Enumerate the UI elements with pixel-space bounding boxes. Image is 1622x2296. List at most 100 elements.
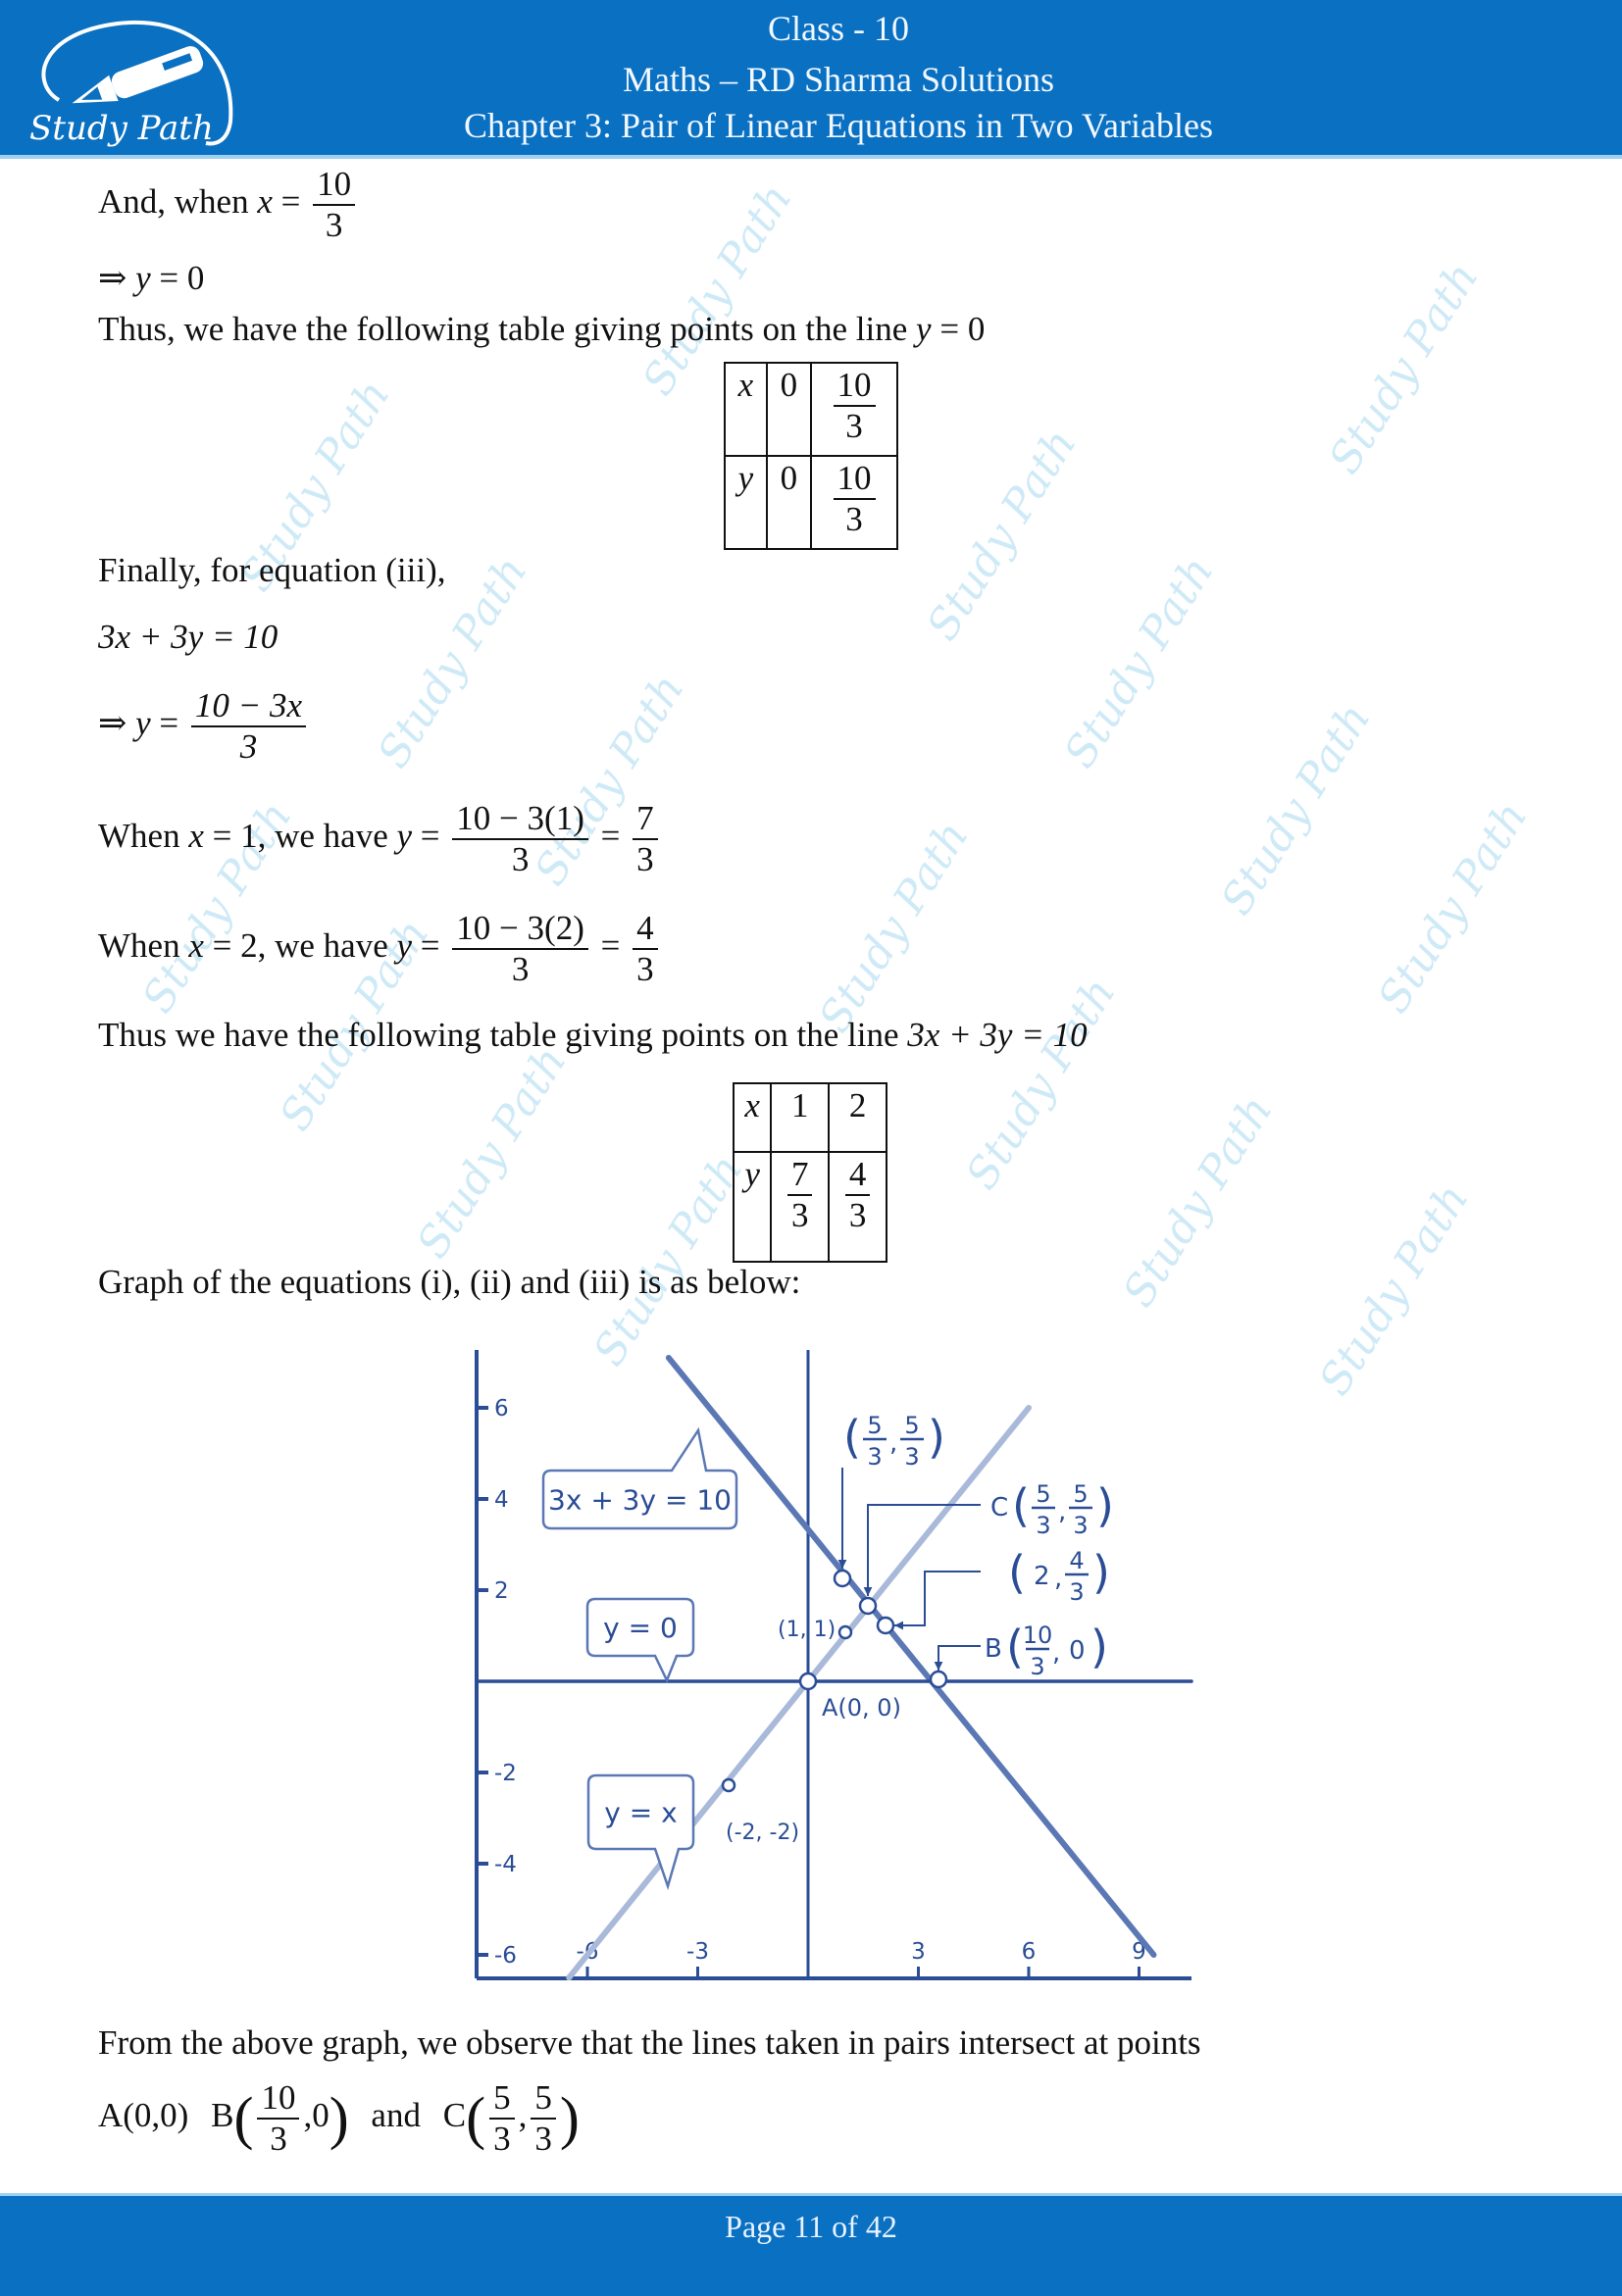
paren-close: ) [329,2085,349,2151]
text: = [150,704,187,743]
values-table-2: x 1 2 y 73 43 [732,1082,887,1263]
line-callouts: 3x + 3y = 10 y = 0 y = x [541,1426,738,1891]
fraction: 43 [633,909,658,989]
label-point-2-4-3-denominator: 3 [1069,1578,1084,1606]
label-point-2-4-3-numerator: 4 [1069,1547,1084,1574]
label-point-2-4-3-paren: ) [1092,1546,1110,1599]
table-cell: x [732,1082,773,1153]
denominator: 3 [833,498,876,539]
text: = 0 [150,259,205,297]
label-point-1-1: (1, 1) [778,1618,836,1642]
fraction: 10 − 3x 3 [190,686,307,767]
math-var: y [916,310,932,348]
y-tick-label: -2 [494,1761,517,1786]
table-cell: 1 [770,1082,831,1153]
denominator: 3 [633,948,658,989]
fraction: 73 [786,1155,813,1235]
text: = [412,926,449,966]
watermark: Study Path [956,969,1126,1199]
numerator: 7 [636,799,654,837]
text-line-when-x-10-3: And, when x = 10 3 [98,165,359,245]
fraction: 10 3 [833,459,876,539]
point-marker [929,1670,948,1689]
watermark: Study Path [1211,694,1381,924]
paren-close: ) [559,2085,580,2151]
y-tick-label: 2 [494,1578,509,1604]
fraction: 10 − 3(1) 3 [452,799,588,879]
label-top-point-paren: ) [928,1411,945,1464]
label-point-b-prefix: B [985,1634,1002,1664]
label-point-c-numerator: 5 [1073,1480,1088,1508]
denominator: 3 [844,1194,871,1235]
fraction: 10 3 [257,2078,300,2159]
table-cell: y [724,455,768,550]
watermark: Study Path [917,420,1087,650]
page-number: Page 11 of 42 [725,2209,897,2244]
numerator: 10 [836,366,872,404]
table-row: y 73 43 [732,1151,887,1263]
arrow-point-2-4-3 [894,1571,981,1626]
label-point-b-numerator: 10 [1023,1622,1053,1649]
table-row: x 0 10 3 [724,362,898,457]
header-subject: Maths – RD Sharma Solutions [622,60,1054,99]
text: = [272,182,310,222]
label-point-b-value: 0 [1069,1636,1086,1666]
point-marker [837,1624,853,1640]
fraction: 53 [531,2078,556,2159]
math-var: x [188,817,204,856]
text: ,0 [303,2096,329,2135]
point-marker [858,1596,878,1616]
table-cell: 0 [765,455,813,550]
point-labels: (53,53)C(53,53)(2,43)B (103, 0)(1, 1)(-2, … [726,1411,1114,1845]
x-tick-label: 6 [1022,1939,1037,1965]
label-top-point-paren: ( [843,1411,861,1464]
denominator: 3 [489,2118,515,2159]
math-var: x [188,926,204,966]
arrow-point-b-arrowhead [934,1661,943,1671]
callout-3x-3y-10-label: 3x + 3y = 10 [548,1484,732,1517]
x-tick-label: 3 [911,1939,926,1965]
text-line-finally: Finally, for equation (iii), [98,551,446,589]
denominator: 3 [257,2118,300,2159]
label-point-c-comma: , [1058,1497,1066,1526]
equation-iii: 3x + 3y = 10 [98,618,279,656]
label-point-minus2: (-2, -2) [726,1821,799,1845]
plot-lines [475,1355,1193,1981]
text: Thus, we have the following table giving… [98,310,917,348]
point-marker [798,1672,818,1691]
point-marker [721,1777,736,1793]
watermark: Study Path [1113,1086,1283,1317]
text: ⇒ [98,259,136,297]
label-point-c: C(53,53) [990,1479,1114,1539]
y-tick-label: -4 [494,1852,517,1877]
label-top-point-comma: , [889,1428,897,1458]
label-point-2-4-3: (2, 4 3) [1008,1546,1110,1606]
values-table-1: x 0 10 3 y 0 10 3 [724,362,898,550]
numerator: 10 [836,459,872,497]
callout-y-x-label: y = x [604,1797,677,1829]
watermark: Study Path [809,812,979,1042]
paren-open: ( [466,2085,486,2151]
label-point-c-paren: ( [1012,1479,1030,1532]
math-expression: 3x + 3y = 10 [907,1016,1088,1054]
denominator: 3 [833,405,876,446]
table-cell: 43 [828,1151,887,1263]
label-top-point-numerator: 5 [867,1412,882,1439]
text: ⇒ [98,704,136,743]
label-top-point-numerator: 5 [904,1412,919,1439]
text-line-intersection-points: A(0,0) B(10 3,0) and C(5 3, 5 3) [98,2078,580,2159]
numerator: 4 [636,909,654,947]
watermark: Study Path [1054,547,1224,777]
numerator: 4 [848,1155,867,1193]
paren-open: ( [233,2085,254,2151]
fraction: 10 3 [313,165,356,245]
fraction: 73 [633,799,658,879]
fraction: 10 3 [833,366,876,446]
text-line-y-formula: ⇒ y = 10 − 3x 3 [98,686,310,767]
label-point-2-4-3-value: 2 [1034,1562,1050,1591]
label-point-c-numerator: 5 [1036,1480,1050,1508]
numerator: 10 − 3(1) [456,799,584,837]
text: And, when [98,182,258,222]
denominator: 3 [452,838,588,879]
text: Thus we have the following table giving … [98,1016,908,1054]
